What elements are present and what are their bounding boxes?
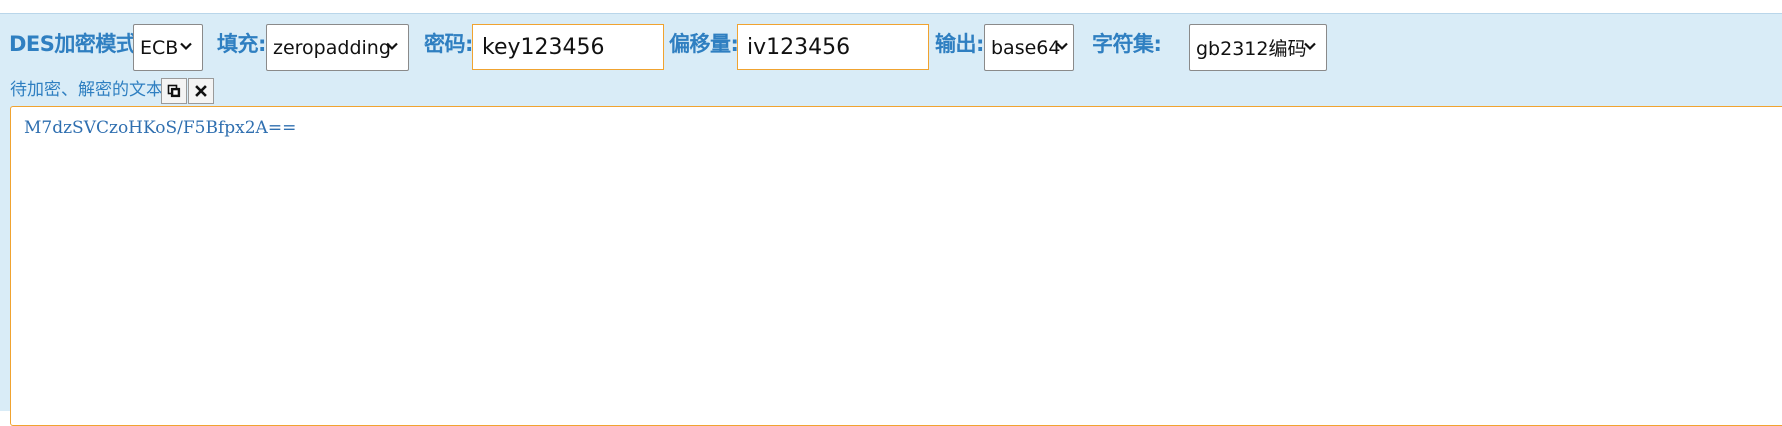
password-label: 密码: bbox=[424, 32, 473, 56]
chevron-down-icon bbox=[1056, 42, 1068, 51]
text-input-label: 待加密、解密的文本: bbox=[10, 80, 169, 100]
clear-button[interactable] bbox=[188, 78, 214, 104]
padding-label: 填充: bbox=[217, 32, 266, 56]
charset-select[interactable]: gb2312编码 bbox=[1189, 24, 1327, 71]
text-area[interactable]: M7dzSVCzoHKoS/F5Bfpx2A== bbox=[10, 106, 1782, 426]
chevron-down-icon bbox=[386, 42, 398, 51]
charset-select-value: gb2312编码 bbox=[1196, 38, 1307, 60]
padding-select[interactable]: zeropadding bbox=[266, 24, 409, 71]
offset-input[interactable]: iv123456 bbox=[737, 24, 929, 70]
padding-select-value: zeropadding bbox=[273, 36, 391, 59]
mode-label: DES加密模式: bbox=[9, 32, 145, 56]
chevron-down-icon bbox=[1304, 42, 1316, 51]
output-label: 输出: bbox=[935, 32, 984, 56]
charset-label: 字符集: bbox=[1092, 32, 1162, 56]
chevron-down-icon bbox=[180, 42, 192, 51]
password-input[interactable]: key123456 bbox=[472, 24, 664, 70]
offset-label: 偏移量: bbox=[669, 32, 739, 56]
copy-icon bbox=[167, 84, 181, 98]
copy-button[interactable] bbox=[161, 78, 187, 104]
output-select[interactable]: base64 bbox=[984, 24, 1074, 71]
close-icon bbox=[195, 85, 207, 97]
output-select-value: base64 bbox=[991, 36, 1061, 59]
mode-select[interactable]: ECB bbox=[133, 24, 203, 71]
mode-select-value: ECB bbox=[140, 36, 179, 59]
